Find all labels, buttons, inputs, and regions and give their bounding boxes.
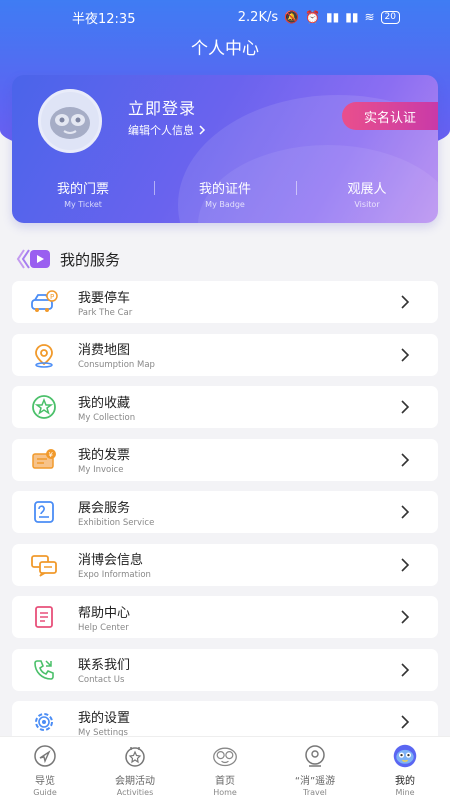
tab-my-ticket[interactable]: 我的门票 My Ticket: [12, 175, 154, 211]
tab-label: 会期活动: [115, 776, 155, 787]
service-help-center[interactable]: 帮助中心 Help Center: [12, 596, 438, 638]
service-park-car[interactable]: P 我要停车 Park The Car: [12, 281, 438, 323]
chevron-right-icon: [401, 610, 410, 624]
chevron-right-icon: [401, 347, 410, 362]
services-header: 我的服务: [16, 248, 120, 270]
tab-sublabel: Visitor: [354, 199, 380, 209]
service-list: P 我要停车 Park The Car 消费地图 Consumption Map: [12, 281, 438, 754]
service-sublabel: Exhibition Service: [78, 517, 155, 528]
help-icon: [30, 603, 58, 631]
star-icon: [30, 393, 58, 421]
edit-profile-link[interactable]: 编辑个人信息: [128, 122, 206, 138]
service-label: 联系我们: [78, 658, 131, 673]
home-icon: [212, 743, 238, 769]
exhibition-icon: [30, 498, 58, 526]
tab-label: 导览: [35, 776, 55, 787]
network-speed: 2.2K/s: [237, 9, 279, 25]
tab-sublabel: Mine: [395, 788, 415, 797]
service-sublabel: Contact Us: [78, 675, 125, 685]
profile-card: 立即登录 编辑个人信息 实名认证 我的门票 My Ticket 我的证件 My …: [12, 75, 438, 223]
chat-icon: [30, 551, 58, 579]
gear-icon: [30, 708, 58, 736]
status-time: 半夜12:35: [72, 11, 136, 27]
tab-visitor[interactable]: 观展人 Visitor: [296, 175, 438, 211]
activities-icon: [122, 743, 148, 769]
alarm-icon: ⏰: [305, 10, 321, 24]
svg-text:P: P: [50, 293, 54, 301]
tab-sublabel: Guide: [33, 788, 57, 797]
avatar-mascot-icon: [50, 107, 90, 139]
service-exhibition[interactable]: 展会服务 Exhibition Service: [12, 491, 438, 533]
map-pin-icon: [30, 341, 58, 369]
service-label: 消博会信息: [78, 553, 144, 568]
section-play-icon: [16, 249, 50, 269]
tab-travel[interactable]: “消”遥游 Travel: [270, 737, 360, 800]
battery-icon: 20: [380, 10, 400, 24]
phone-icon: [30, 656, 58, 684]
page-title: 个人中心: [191, 39, 259, 59]
mute-icon: 🔕: [284, 10, 300, 24]
tab-home[interactable]: 首页 Home: [180, 737, 270, 800]
service-sublabel: Expo Information: [78, 570, 151, 580]
chevron-right-icon: [401, 505, 410, 519]
tab-sublabel: My Ticket: [64, 199, 102, 209]
tab-guide[interactable]: 导览 Guide: [0, 737, 90, 800]
tab-mine[interactable]: 我的 Mine: [360, 737, 450, 800]
edit-profile-label: 编辑个人信息: [128, 124, 194, 137]
service-my-collection[interactable]: 我的收藏 My Collection: [12, 386, 438, 428]
chevron-right-icon: [401, 295, 410, 309]
service-label: 我要停车: [78, 290, 131, 306]
mine-icon: [392, 743, 418, 769]
service-sublabel: Park The Car: [78, 307, 133, 318]
tab-label: 我的门票: [56, 181, 109, 197]
svg-text:¥: ¥: [49, 451, 54, 459]
tab-sublabel: My Badge: [205, 199, 245, 209]
profile-tabs: 我的门票 My Ticket 我的证件 My Badge 观展人 Visitor: [12, 175, 438, 211]
tab-activities[interactable]: 会期活动 Activities: [90, 737, 180, 800]
service-label: 我的设置: [78, 710, 131, 726]
login-link[interactable]: 立即登录: [128, 95, 196, 119]
tab-label: 我的证件: [198, 181, 251, 197]
tab-my-badge[interactable]: 我的证件 My Badge: [154, 175, 296, 211]
invoice-icon: ¥: [30, 446, 58, 474]
status-indicators: 2.2K/s 🔕 ⏰ ▮▮ ▮▮ ≋ 20: [238, 10, 400, 25]
verify-button[interactable]: 实名认证: [342, 102, 438, 130]
chevron-right-icon: [199, 125, 206, 135]
chevron-right-icon: [401, 452, 410, 467]
compass-icon: [32, 743, 58, 769]
tab-sublabel: Travel: [303, 788, 327, 797]
service-label: 我的发票: [78, 448, 131, 463]
service-sublabel: Help Center: [78, 622, 129, 633]
status-bar: 半夜12:35 2.2K/s 🔕 ⏰ ▮▮ ▮▮ ≋ 20: [0, 0, 450, 34]
tab-label: 观展人: [347, 181, 387, 197]
section-title: 我的服务: [60, 250, 121, 269]
tab-label: 我的: [395, 776, 415, 787]
car-icon: P: [30, 288, 58, 316]
service-label: 帮助中心: [78, 605, 131, 621]
service-label: 展会服务: [78, 500, 131, 516]
tab-label: 首页: [215, 776, 235, 787]
bottom-tab-bar: 导览 Guide 会期活动 Activities 首页 Home “消”遥游 T…: [0, 736, 450, 800]
tab-sublabel: Home: [213, 788, 237, 797]
service-contact-us[interactable]: 联系我们 Contact Us: [12, 648, 438, 691]
service-consumption-map[interactable]: 消费地图 Consumption Map: [12, 333, 438, 376]
service-sublabel: Consumption Map: [78, 360, 155, 370]
chevron-right-icon: [401, 400, 410, 414]
travel-icon: [302, 743, 328, 769]
service-label: 我的收藏: [78, 395, 131, 411]
service-sublabel: My Collection: [78, 412, 136, 423]
tab-sublabel: Activities: [116, 788, 154, 797]
service-label: 消费地图: [78, 343, 131, 358]
chevron-right-icon: [401, 715, 410, 729]
signal-2-icon: ▮▮: [345, 10, 359, 24]
service-sublabel: My Invoice: [78, 465, 124, 475]
service-expo-info[interactable]: 消博会信息 Expo Information: [12, 543, 438, 586]
avatar[interactable]: [38, 89, 102, 153]
tab-label: “消”遥游: [294, 776, 336, 787]
chevron-right-icon: [401, 557, 410, 572]
service-my-invoice[interactable]: ¥ 我的发票 My Invoice: [12, 438, 438, 481]
chevron-right-icon: [401, 662, 410, 677]
signal-icon: ▮▮: [326, 10, 340, 24]
wifi-icon: ≋: [364, 10, 375, 24]
